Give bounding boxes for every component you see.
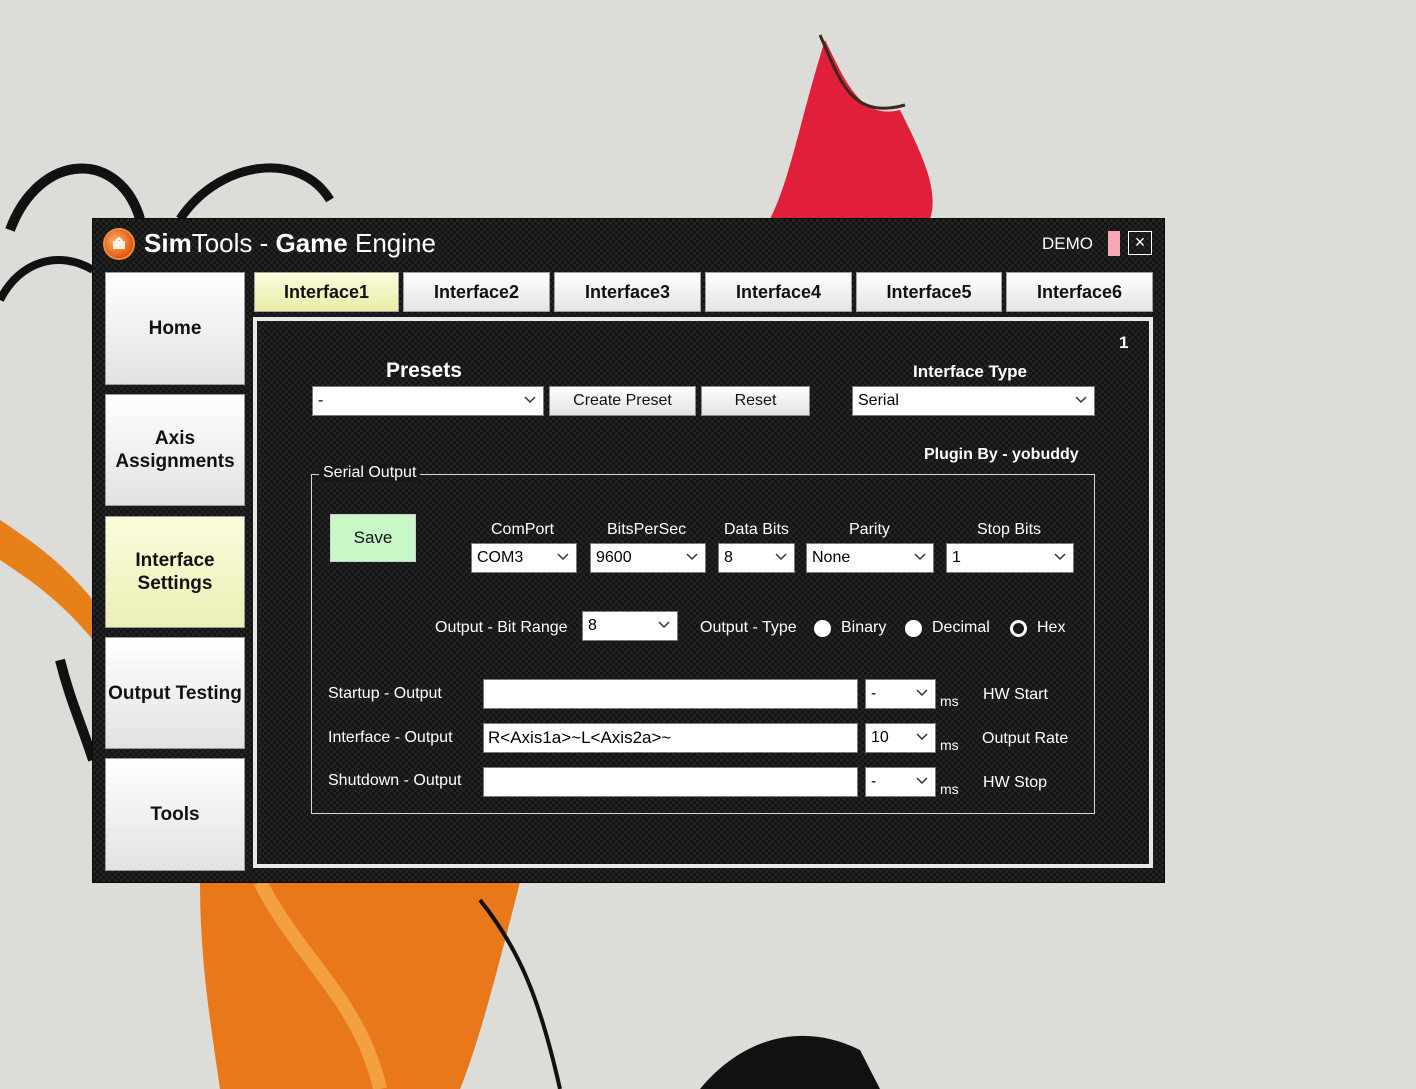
simtools-logo-icon	[105, 230, 133, 258]
shutdown-ms-select[interactable]: -	[865, 767, 936, 797]
parity-label: Parity	[849, 521, 890, 538]
chevron-down-icon	[524, 396, 536, 404]
output-type-hex-label: Hex	[1037, 619, 1066, 636]
output-type-hex-radio[interactable]	[1010, 620, 1027, 637]
hw-start-label: HW Start	[983, 686, 1048, 703]
sidebar-item-tools[interactable]: Tools	[105, 758, 245, 871]
demo-indicator	[1108, 231, 1120, 256]
hw-stop-label: HW Stop	[983, 774, 1048, 791]
demo-label: DEMO	[1042, 234, 1093, 253]
sidebar-item-home[interactable]: Home	[105, 272, 245, 385]
tab-interface4[interactable]: Interface4	[705, 272, 852, 312]
startup-ms-unit: ms	[940, 693, 959, 709]
shutdown-output-input[interactable]	[483, 767, 858, 797]
create-preset-button[interactable]: Create Preset	[549, 386, 696, 416]
interface-type-select[interactable]: Serial	[852, 386, 1095, 416]
tab-interface6[interactable]: Interface6	[1006, 272, 1153, 312]
bits-per-sec-label: BitsPerSec	[607, 521, 687, 538]
interface-output-input[interactable]: R<Axis1a>~L<Axis2a>~	[483, 723, 858, 753]
chevron-down-icon	[916, 733, 928, 741]
interface-index: 1	[1119, 333, 1129, 352]
output-rate-label: Output Rate	[982, 730, 1069, 747]
chevron-down-icon	[775, 553, 787, 561]
stop-bits-select[interactable]: 1	[946, 543, 1074, 573]
chevron-down-icon	[916, 689, 928, 697]
presets-select[interactable]: -	[312, 386, 544, 416]
shutdown-output-label: Shutdown - Output	[328, 772, 462, 789]
sidebar-item-axis-assignments[interactable]: Axis Assignments	[105, 394, 245, 506]
sidebar-item-output-testing[interactable]: Output Testing	[105, 637, 245, 749]
plugin-author: Plugin By - yobuddy	[924, 446, 1079, 463]
chevron-down-icon	[658, 621, 670, 629]
interface-ms-unit: ms	[940, 737, 959, 753]
data-bits-label: Data Bits	[724, 521, 789, 538]
bit-range-select[interactable]: 8	[582, 611, 678, 641]
window-title: SimTools - Game Engine	[144, 228, 436, 258]
simtools-window: SimTools - Game Engine DEMO × Home Axis …	[93, 219, 1164, 882]
chevron-down-icon	[557, 553, 569, 561]
shutdown-ms-unit: ms	[940, 781, 959, 797]
tab-interface2[interactable]: Interface2	[403, 272, 550, 312]
startup-output-input[interactable]	[483, 679, 858, 709]
presets-label: Presets	[386, 359, 462, 382]
chevron-down-icon	[916, 777, 928, 785]
tab-interface1[interactable]: Interface1	[254, 272, 399, 312]
bits-per-sec-select[interactable]: 9600	[590, 543, 706, 573]
sidebar-item-interface-settings[interactable]: Interface Settings	[105, 516, 245, 628]
interface-panel: 1 Presets - Create Preset Reset Interfac…	[253, 317, 1153, 868]
output-type-binary-label: Binary	[841, 619, 887, 636]
chevron-down-icon	[1075, 396, 1087, 404]
stop-bits-label: Stop Bits	[977, 521, 1042, 538]
tab-interface3[interactable]: Interface3	[554, 272, 701, 312]
serial-output-title: Serial Output	[319, 464, 421, 482]
tab-interface5[interactable]: Interface5	[856, 272, 1002, 312]
output-type-label: Output - Type	[700, 619, 797, 636]
comport-label: ComPort	[491, 521, 555, 538]
output-type-decimal-label: Decimal	[932, 619, 990, 636]
interface-type-label: Interface Type	[913, 362, 1028, 381]
chevron-down-icon	[686, 553, 698, 561]
close-icon[interactable]: ×	[1128, 231, 1152, 255]
parity-select[interactable]: None	[806, 543, 934, 573]
chevron-down-icon	[1054, 553, 1066, 561]
startup-output-label: Startup - Output	[328, 685, 442, 702]
chevron-down-icon	[914, 553, 926, 561]
interface-ms-select[interactable]: 10	[865, 723, 936, 753]
output-type-binary-radio[interactable]	[814, 620, 831, 637]
output-type-decimal-radio[interactable]	[905, 620, 922, 637]
bit-range-label: Output - Bit Range	[435, 619, 568, 636]
save-button[interactable]: Save	[330, 514, 416, 562]
startup-ms-select[interactable]: -	[865, 679, 936, 709]
data-bits-select[interactable]: 8	[718, 543, 795, 573]
comport-select[interactable]: COM3	[471, 543, 577, 573]
reset-button[interactable]: Reset	[701, 386, 810, 416]
interface-output-label: Interface - Output	[328, 729, 453, 746]
